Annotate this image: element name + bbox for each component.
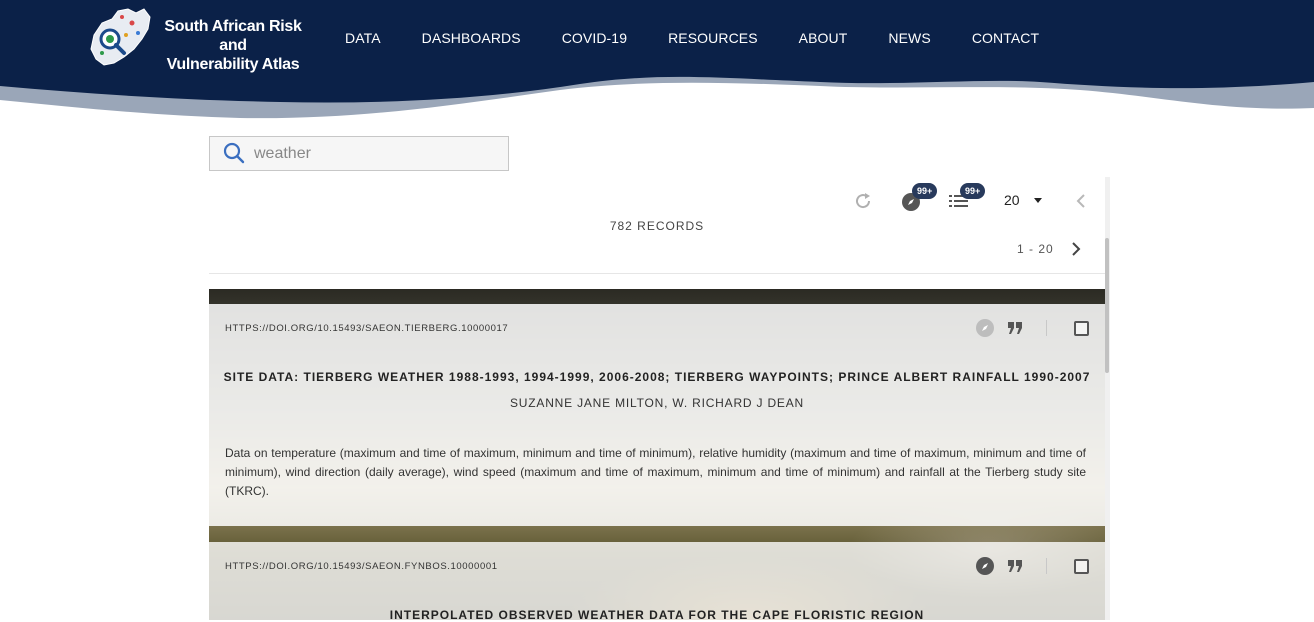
search-box[interactable]	[209, 136, 509, 171]
nav-dashboards[interactable]: DASHBOARDS	[422, 30, 521, 46]
quote-icon[interactable]	[1007, 321, 1023, 335]
result-card[interactable]: HTTPS://DOI.ORG/10.15493/SAEON.TIERBERG.…	[209, 304, 1105, 526]
icon-divider	[1046, 320, 1047, 336]
results-divider	[209, 273, 1105, 274]
nav-contact[interactable]: CONTACT	[972, 30, 1039, 46]
scrollbar-thumb[interactable]	[1105, 238, 1109, 373]
map-count-badge: 99+	[912, 183, 938, 199]
nav-resources[interactable]: RESOURCES	[668, 30, 758, 46]
search-input[interactable]	[254, 143, 494, 165]
quote-icon[interactable]	[1007, 559, 1023, 573]
result-description: Data on temperature (maximum and time of…	[225, 446, 1086, 498]
prev-page-icon[interactable]	[1074, 193, 1088, 209]
refresh-icon[interactable]	[853, 191, 873, 211]
compass-icon[interactable]	[975, 318, 995, 338]
result-doi[interactable]: HTTPS://DOI.ORG/10.15493/SAEON.TIERBERG.…	[225, 323, 508, 334]
list-count-badge: 99+	[960, 183, 986, 199]
result-title[interactable]: SITE DATA: TIERBERG WEATHER 1988-1993, 1…	[209, 370, 1105, 384]
compass-icon[interactable]	[975, 556, 995, 576]
chevron-down-icon	[1034, 198, 1042, 203]
nav-about[interactable]: ABOUT	[799, 30, 848, 46]
atlas-logo-icon[interactable]	[88, 5, 154, 67]
main-nav: DATA DASHBOARDS COVID-19 RESOURCES ABOUT…	[345, 30, 1080, 46]
nav-news[interactable]: NEWS	[888, 30, 930, 46]
next-page-icon[interactable]	[1069, 241, 1083, 257]
select-checkbox[interactable]	[1074, 559, 1089, 574]
result-authors: SUZANNE JANE MILTON, W. RICHARD J DEAN	[510, 396, 804, 410]
result-card[interactable]: HTTPS://DOI.ORG/10.15493/SAEON.FYNBOS.10…	[209, 542, 1105, 622]
result-doi[interactable]: HTTPS://DOI.ORG/10.15493/SAEON.FYNBOS.10…	[225, 561, 498, 572]
records-count: 782 RECORDS	[609, 219, 705, 233]
icon-divider	[1046, 558, 1047, 574]
nav-covid-19[interactable]: COVID-19	[562, 30, 627, 46]
search-icon	[223, 142, 245, 164]
header-wave-decoration	[0, 76, 1314, 119]
nav-data[interactable]: DATA	[345, 30, 381, 46]
page-range: 1 - 20	[1017, 242, 1054, 256]
page-size-value: 20	[1004, 192, 1020, 208]
site-title-line1: South African Risk and	[164, 18, 302, 54]
select-checkbox[interactable]	[1074, 321, 1089, 336]
